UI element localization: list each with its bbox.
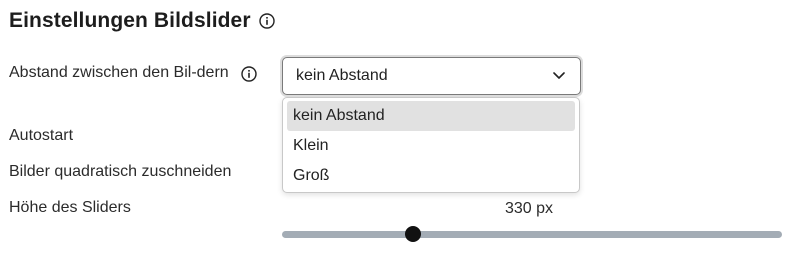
spacing-dropdown-list: kein Abstand Klein Groß — [282, 97, 580, 193]
slider-height-label: Höhe des Sliders — [9, 199, 131, 216]
crop-square-label: Bilder quadratisch zuschneiden — [9, 163, 232, 180]
slider-height-value: 330 px — [505, 200, 554, 217]
slider-track[interactable] — [282, 231, 782, 238]
spacing-option-small[interactable]: Klein — [287, 131, 575, 161]
spacing-label: Abstand zwischen den Bil-dern — [9, 64, 229, 81]
autostart-label: Autostart — [9, 127, 74, 144]
info-icon[interactable] — [258, 13, 275, 29]
spacing-select-value: kein Abstand — [296, 67, 388, 84]
chevron-down-icon — [552, 69, 566, 83]
slider-height-range[interactable] — [282, 226, 782, 242]
slider-thumb[interactable] — [405, 226, 421, 242]
spacing-option-none[interactable]: kein Abstand — [287, 101, 575, 131]
spacing-info-icon[interactable] — [241, 66, 257, 82]
settings-header: Einstellungen Bildslider — [9, 9, 275, 33]
section-title: Einstellungen Bildslider — [9, 9, 251, 32]
spacing-option-large[interactable]: Groß — [287, 161, 575, 191]
spacing-select[interactable]: kein Abstand — [282, 57, 581, 95]
